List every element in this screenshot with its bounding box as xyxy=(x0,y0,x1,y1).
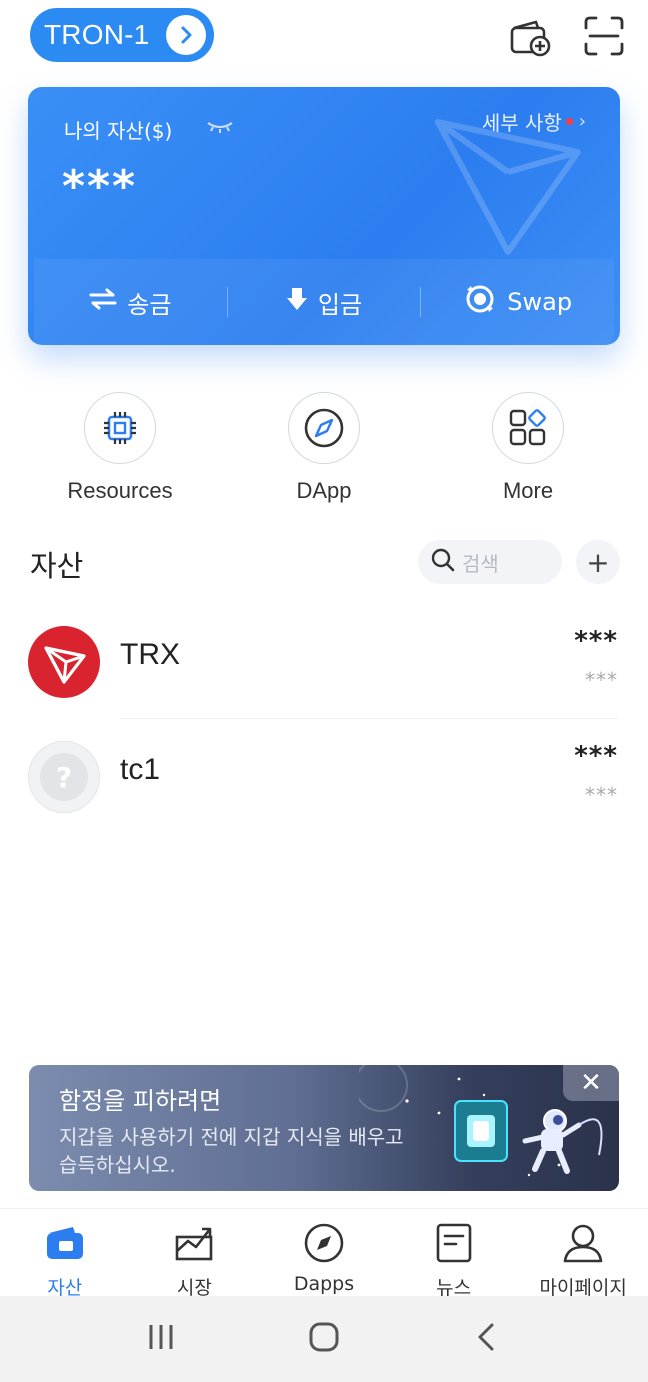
more-button[interactable]: More xyxy=(428,392,628,504)
news-icon xyxy=(432,1221,476,1269)
compass-icon xyxy=(288,392,360,464)
notification-dot xyxy=(565,118,573,125)
plus-icon: + xyxy=(586,545,610,579)
asset-search-input[interactable]: 검색 xyxy=(418,540,562,584)
chevron-right-icon: › xyxy=(578,111,586,132)
trx-logo-icon xyxy=(28,626,100,698)
tab-market[interactable]: 시장 xyxy=(130,1209,260,1299)
resources-label: Resources xyxy=(67,478,173,503)
swap-button[interactable]: Swap xyxy=(421,282,614,322)
tab-news[interactable]: 뉴스 xyxy=(389,1209,519,1299)
network-selector[interactable]: TRON-1 xyxy=(30,8,214,62)
dapp-button[interactable]: DApp xyxy=(224,392,424,504)
resources-button[interactable]: Resources xyxy=(20,392,220,504)
recents-icon[interactable] xyxy=(146,1322,176,1356)
bottom-tab-bar: 자산 시장 Dapps 뉴스 마이페이지 xyxy=(0,1208,648,1299)
close-icon: ✕ xyxy=(580,1068,602,1098)
tab-dapps[interactable]: Dapps xyxy=(259,1209,389,1296)
unknown-token-icon: ? xyxy=(28,741,100,813)
send-label: 송금 xyxy=(127,290,172,319)
token-name: TRX xyxy=(120,638,180,671)
token-amount: *** xyxy=(574,626,618,656)
receive-button[interactable]: 입금 xyxy=(228,285,421,320)
token-row[interactable]: TRX *** *** xyxy=(0,618,648,734)
balance-value: *** xyxy=(62,161,138,212)
token-value: *** xyxy=(585,783,618,807)
total-assets-title: 나의 자산($) xyxy=(64,119,173,143)
card-actions: 송금 입금 Swap xyxy=(34,259,614,345)
token-row[interactable]: ? tc1 *** *** xyxy=(0,733,648,849)
search-placeholder: 검색 xyxy=(462,551,499,576)
banner-description: 지갑을 사용하기 전에 지갑 지식을 배우고 습득하십시오. xyxy=(59,1125,404,1177)
hide-balance-icon[interactable] xyxy=(206,117,234,141)
banner-title: 함정을 피하려면 xyxy=(59,1087,222,1115)
tab-assets[interactable]: 자산 xyxy=(0,1209,130,1299)
transfer-icon xyxy=(89,287,117,317)
chevron-right-icon xyxy=(166,15,206,55)
wallet-add-icon[interactable] xyxy=(508,14,552,58)
education-banner[interactable]: 함정을 피하려면 지갑을 사용하기 전에 지갑 지식을 배우고 습득하십시오. … xyxy=(29,1065,619,1191)
token-amount: *** xyxy=(574,741,618,771)
tab-dapps-label: Dapps xyxy=(293,1273,355,1295)
svg-text:?: ? xyxy=(56,761,72,794)
swap-icon xyxy=(463,282,497,322)
receive-label: 입금 xyxy=(317,290,363,319)
divider xyxy=(120,718,618,719)
back-icon[interactable] xyxy=(472,1322,502,1356)
compass-icon xyxy=(302,1221,346,1269)
tab-mypage[interactable]: 마이페이지 xyxy=(518,1209,648,1299)
scan-icon[interactable] xyxy=(582,14,626,58)
details-label: 세부 사항 xyxy=(481,111,562,135)
send-button[interactable]: 송금 xyxy=(34,285,227,320)
close-banner-button[interactable]: ✕ xyxy=(563,1065,619,1101)
swap-label: Swap xyxy=(507,288,573,316)
details-link[interactable]: 세부 사항 › xyxy=(482,107,586,136)
assets-title: 자산 xyxy=(30,549,84,583)
add-token-button[interactable]: + xyxy=(576,540,620,584)
user-icon xyxy=(561,1221,605,1269)
search-icon xyxy=(430,547,456,577)
receive-icon xyxy=(286,286,308,318)
token-value: *** xyxy=(585,668,618,692)
balance-card: 나의 자산($) 세부 사항 › *** 송금 입금 Swap xyxy=(28,87,620,345)
network-label: TRON-1 xyxy=(44,19,150,50)
token-name: tc1 xyxy=(120,753,161,786)
wallet-icon xyxy=(43,1221,87,1269)
more-label: More xyxy=(502,478,554,503)
chip-icon xyxy=(84,392,156,464)
home-icon[interactable] xyxy=(307,1320,341,1358)
dapp-label: DApp xyxy=(296,478,352,503)
grid-icon xyxy=(492,392,564,464)
chart-icon xyxy=(172,1221,216,1269)
system-navigation-bar xyxy=(0,1296,648,1382)
